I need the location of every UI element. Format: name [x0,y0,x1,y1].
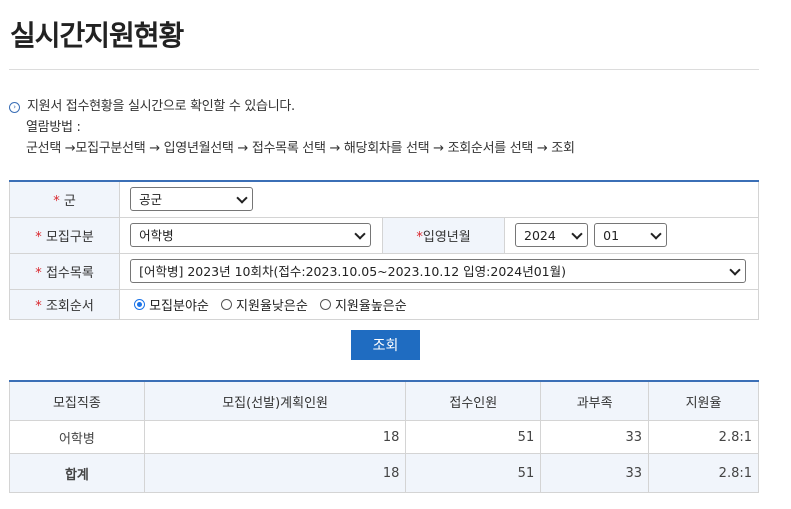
guide-line-2: 열람방법 : [26,120,81,135]
army-label: * 군 [8,180,121,218]
sort-option-label: 지원율낮은순 [236,298,308,314]
enlist-month-label-text: 입영년월 [422,229,471,245]
table-cell-received: 51 [405,420,542,454]
table-row: 어학병 18 51 33 2.8:1 [9,420,759,454]
receipt-list-label-text: 접수목록 [45,265,94,281]
total-received: 51 [405,453,542,493]
radio-checked-icon [134,298,146,310]
chevron-down-icon [571,228,583,240]
enlist-year-select-value: 2024 [524,228,556,243]
table-cell-field: 어학병 [9,420,145,454]
sort-option-label: 지원율높은순 [334,298,407,314]
table-cell-rate: 2.8:1 [648,420,759,454]
sort-order-radio-group: 모집분야순 지원율낮은순 지원율높은순 [134,295,757,314]
receipt-list-select-value: [어학병] 2023년 10회차(접수:2023.10.05~2023.10.1… [139,264,566,279]
required-mark: * [53,193,60,209]
enlist-month-select[interactable]: 01 [594,223,668,247]
enlist-month-select-value: 01 [603,228,620,243]
required-mark: * [35,298,42,314]
enlist-year-select[interactable]: 2024 [515,223,589,247]
table-total-row: 합계 18 51 33 2.8:1 [9,453,759,493]
receipt-list-label: * 접수목록 [8,252,121,290]
chevron-down-icon [650,228,662,240]
guide-line-1: › 지원서 접수현황을 실시간으로 확인할 수 있습니다. [9,96,575,117]
query-button[interactable]: 조회 [351,330,420,360]
title-divider [9,69,759,70]
army-select[interactable]: 공군 [130,187,254,212]
page-title: 실시간지원현황 [10,19,184,52]
chevron-down-icon [354,228,366,240]
recruit-type-label-text: 모집구분 [45,229,94,245]
enlist-month-label: *입영년월 [382,216,506,254]
bullet-icon: › [9,102,20,113]
results-table: 모집직종 모집(선발)계획인원 접수인원 과부족 지원율 어학병 18 51 3… [9,380,759,493]
column-header: 모집직종 [9,380,145,421]
recruit-type-label: * 모집구분 [8,216,121,254]
required-mark: * [35,265,42,281]
receipt-list-select[interactable]: [어학병] 2023년 10회차(접수:2023.10.05~2023.10.1… [130,259,747,283]
sort-radio-recruit-field[interactable]: 모집분야순 [134,295,209,314]
search-form: * 군 공군 * 모집구분 어학병 *입영년월 2024 01 * 접수목록 [… [8,180,759,320]
column-header: 지원율 [648,380,759,421]
total-surplus: 33 [540,453,650,493]
army-label-text: 군 [63,193,76,209]
column-header: 과부족 [540,380,650,421]
total-rate: 2.8:1 [648,453,759,493]
recruit-type-select[interactable]: 어학병 [130,223,372,247]
chevron-down-icon [236,192,248,204]
column-header: 접수인원 [405,380,542,421]
radio-unchecked-icon [319,298,331,310]
guide-line-1-text: 지원서 접수현황을 실시간으로 확인할 수 있습니다. [27,99,295,114]
sort-radio-rate-high[interactable]: 지원율높은순 [319,295,407,314]
guide-line-3: 군선택 →모집구분선택 → 입영년월선택 → 접수목록 선택 → 해당회차를 선… [26,141,575,156]
column-header: 모집(선발)계획인원 [143,380,407,421]
sort-option-label: 모집분야순 [149,298,209,314]
total-label: 합계 [9,453,145,493]
table-cell-surplus: 33 [540,420,650,454]
guide-text: › 지원서 접수현황을 실시간으로 확인할 수 있습니다. 열람방법 : 군선택 … [9,96,575,159]
radio-unchecked-icon [221,298,233,310]
page: 실시간지원현황 › 지원서 접수현황을 실시간으로 확인할 수 있습니다. 열람방… [0,0,791,509]
required-mark: * [35,229,42,245]
army-select-value: 공군 [139,192,163,208]
sort-order-label-text: 조회순서 [45,298,94,314]
chevron-down-icon [729,264,741,276]
sort-radio-rate-low[interactable]: 지원율낮은순 [221,295,308,314]
recruit-type-select-value: 어학병 [139,228,174,243]
table-cell-planned: 18 [143,420,407,454]
sort-order-label: * 조회순서 [8,288,121,320]
total-planned: 18 [143,453,407,493]
table-header-row: 모집직종 모집(선발)계획인원 접수인원 과부족 지원율 [9,380,759,421]
